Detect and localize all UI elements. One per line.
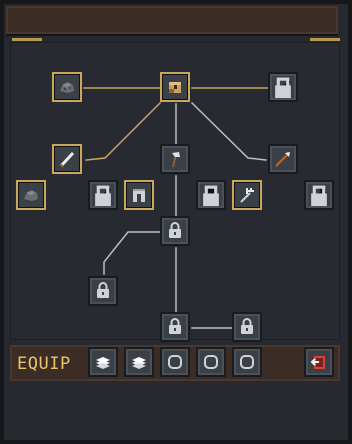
- skill-node-chest[interactable]: [160, 72, 190, 102]
- equip-slot-2[interactable]: [124, 347, 154, 377]
- skill-node-crossbow[interactable]: [304, 180, 334, 210]
- header-trim-right: [310, 38, 340, 41]
- coal-lump-icon: [24, 190, 38, 201]
- equip-slot-5[interactable]: [232, 347, 262, 377]
- exit-button[interactable]: [304, 347, 334, 377]
- spear-icon: [275, 152, 290, 167]
- empty-slot-ring-icon: [240, 355, 254, 369]
- skill-node-trident[interactable]: [232, 180, 262, 210]
- padlock-icon: [169, 318, 181, 334]
- empty-slot-ring-icon: [204, 355, 218, 369]
- padlock-icon: [95, 185, 111, 206]
- skill-node-locked-1[interactable]: [160, 216, 190, 246]
- empty-slot-ring-icon: [168, 355, 182, 369]
- axe-icon: [172, 152, 180, 168]
- equip-label: EQUIP: [17, 354, 71, 374]
- skill-node-leggings[interactable]: [124, 180, 154, 210]
- padlock-icon: [169, 222, 181, 238]
- equip-slot-3[interactable]: [160, 347, 190, 377]
- padlock-icon: [241, 318, 253, 334]
- padlock-icon: [311, 185, 327, 206]
- header-bar: [6, 6, 338, 36]
- padlock-icon: [203, 185, 219, 206]
- padlock-icon: [97, 282, 109, 298]
- skill-node-locked-2[interactable]: [88, 276, 118, 306]
- equip-slot-4[interactable]: [196, 347, 226, 377]
- equip-slot-1[interactable]: [88, 347, 118, 377]
- cloth-stack-icon: [132, 357, 146, 369]
- treasure-chest-icon: [169, 82, 181, 93]
- exit-door-icon: [310, 356, 325, 369]
- skill-node-coal-left[interactable]: [16, 180, 46, 210]
- skill-node-staff-mid[interactable]: [88, 180, 118, 210]
- trident-icon: [240, 188, 254, 203]
- iron-leggings-icon: [133, 189, 145, 202]
- coal-lump-icon: [60, 82, 74, 93]
- skill-node-locked-3[interactable]: [160, 312, 190, 342]
- sword-icon: [59, 151, 75, 168]
- skill-node-locked-4[interactable]: [232, 312, 262, 342]
- skill-node-sword[interactable]: [52, 144, 82, 174]
- skill-node-chestplate[interactable]: [196, 180, 226, 210]
- skill-node-staff-top[interactable]: [268, 72, 298, 102]
- cloth-stack-icon: [96, 357, 110, 369]
- skill-node-axe[interactable]: [160, 144, 190, 174]
- skill-node-coal-top[interactable]: [52, 72, 82, 102]
- skill-node-spear[interactable]: [268, 144, 298, 174]
- header-trim-left: [12, 38, 42, 41]
- padlock-icon: [275, 77, 291, 98]
